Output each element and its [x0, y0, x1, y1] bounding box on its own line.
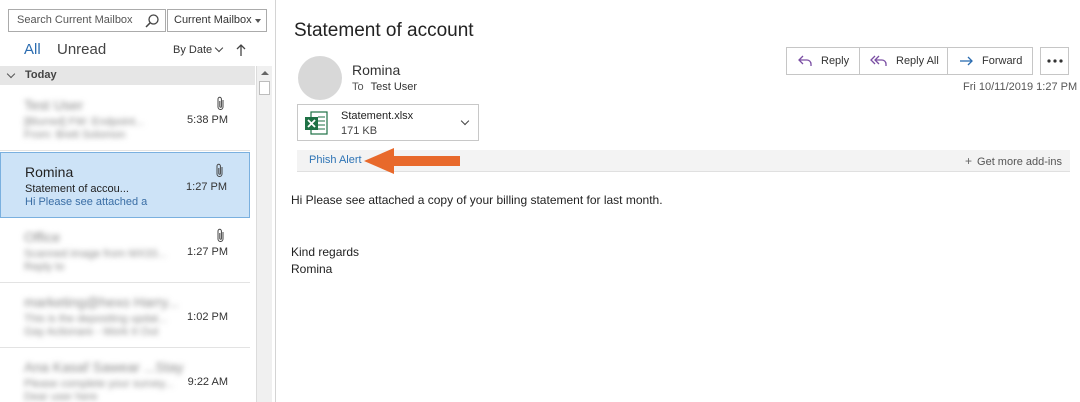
message-preview: Reply to [24, 261, 65, 273]
email-body: Hi Please see attached a copy of your bi… [291, 192, 663, 278]
body-closing-line: Kind regards [291, 245, 360, 259]
caret-down-icon [255, 19, 261, 23]
message-subject: This is the depositing updat... [24, 313, 168, 325]
message-list-pane: Search Current Mailbox Current Mailbox A… [0, 0, 276, 402]
message-item-selected[interactable]: Romina Statement of accou... Hi Please s… [0, 152, 250, 218]
message-time: 1:27 PM [186, 181, 227, 193]
chevron-down-icon [214, 43, 224, 53]
body-signature: Romina [291, 262, 333, 276]
message-subject: Statement of accou... [25, 183, 129, 195]
sender-avatar [298, 56, 342, 100]
message-subject: Scanned image from MX33... [24, 248, 167, 260]
message-time: 1:27 PM [187, 246, 228, 258]
message-sender: Test User [24, 97, 84, 113]
filter-all-tab[interactable]: All [24, 41, 41, 58]
filter-unread-tab[interactable]: Unread [57, 41, 106, 58]
sort-direction-arrow-icon[interactable] [234, 42, 248, 58]
message-subject: [Blurred] FW: Endpoint... [24, 116, 145, 128]
search-scope-label: Current Mailbox [174, 14, 252, 26]
sort-by-date-button[interactable]: By Date [173, 43, 224, 56]
paperclip-icon [217, 96, 224, 110]
reply-all-button[interactable]: Reply All [859, 47, 948, 75]
paperclip-icon [217, 228, 224, 242]
excel-file-icon [305, 111, 328, 135]
message-preview: Hi Please see attached a [25, 196, 148, 208]
reply-button[interactable]: Reply [786, 47, 860, 75]
forward-label: Forward [982, 55, 1023, 67]
message-item[interactable]: marketing@hexo Harry... This is the depo… [0, 283, 250, 348]
more-actions-button[interactable] [1040, 47, 1069, 75]
message-actions: Reply Reply All Forward [786, 47, 1069, 75]
forward-button[interactable]: Forward [947, 47, 1033, 75]
group-label: Today [25, 69, 57, 81]
recipient-name[interactable]: Test User [371, 81, 417, 93]
message-subject: Please complete your survey... [24, 378, 174, 390]
forward-icon [960, 56, 973, 66]
message-time: 5:38 PM [187, 114, 228, 126]
message-item[interactable]: Ana Kasaf Sawear ...Stay Please complete… [0, 348, 250, 402]
message-time: 1:02 PM [187, 311, 228, 323]
phish-alert-button[interactable]: Phish Alert [309, 154, 362, 166]
attachment-dropdown-chevron-icon[interactable] [460, 116, 470, 126]
message-sender: Ana Kasaf Sawear ...Stay [24, 359, 184, 375]
email-datetime: Fri 10/11/2019 1:27 PM [963, 81, 1078, 93]
plus-icon: + [965, 154, 973, 168]
get-more-addins-label: Get more add-ins [977, 156, 1062, 168]
search-icon[interactable] [144, 13, 160, 29]
attachment-card[interactable]: Statement.xlsx 171 KB [297, 104, 479, 141]
scroll-up-arrow-icon[interactable] [260, 68, 270, 78]
message-sender: marketing@hexo Harry... [24, 294, 179, 310]
reply-all-label: Reply All [896, 55, 939, 67]
email-recipients: To Test User [352, 81, 417, 93]
reading-pane: Statement of account Romina To Test User … [277, 0, 1080, 402]
search-placeholder: Search Current Mailbox [17, 14, 133, 26]
to-label: To [352, 81, 364, 93]
collapse-chevron-icon[interactable] [6, 69, 16, 79]
email-sender[interactable]: Romina [352, 62, 400, 78]
email-subject: Statement of account [294, 20, 474, 41]
message-list: Test User [Blurred] FW: Endpoint... From… [0, 86, 255, 402]
message-item[interactable]: Test User [Blurred] FW: Endpoint... From… [0, 86, 250, 151]
reply-icon [798, 55, 812, 66]
message-sender: Romina [25, 164, 74, 180]
message-time: 9:22 AM [187, 376, 228, 388]
group-header-today[interactable]: Today [0, 66, 255, 85]
attachment-size: 171 KB [341, 125, 378, 137]
list-filters: All Unread By Date [0, 40, 276, 64]
reply-all-icon [870, 55, 887, 66]
message-preview: From: Brett Solomon [24, 129, 126, 141]
message-sender: Office [24, 229, 61, 245]
body-greeting-line: Hi Please see attached a copy of your bi… [291, 193, 663, 207]
more-options-icon [1046, 59, 1063, 63]
message-preview: Gay Actionare - Work It Out [24, 326, 159, 338]
attachment-filename: Statement.xlsx [341, 110, 414, 122]
search-scope-dropdown[interactable]: Current Mailbox [167, 9, 267, 32]
reply-label: Reply [821, 55, 850, 67]
get-more-addins-button[interactable]: + Get more add-ins [965, 154, 1062, 168]
annotation-arrow-icon [364, 148, 460, 174]
message-list-scrollbar[interactable] [256, 66, 272, 402]
message-preview: Dear user here [24, 391, 98, 402]
search-input[interactable]: Search Current Mailbox [8, 9, 166, 32]
message-item[interactable]: Office Scanned image from MX33... Reply … [0, 218, 250, 283]
paperclip-icon [216, 163, 223, 177]
scrollbar-thumb[interactable] [259, 81, 270, 95]
sort-label: By Date [173, 44, 213, 56]
